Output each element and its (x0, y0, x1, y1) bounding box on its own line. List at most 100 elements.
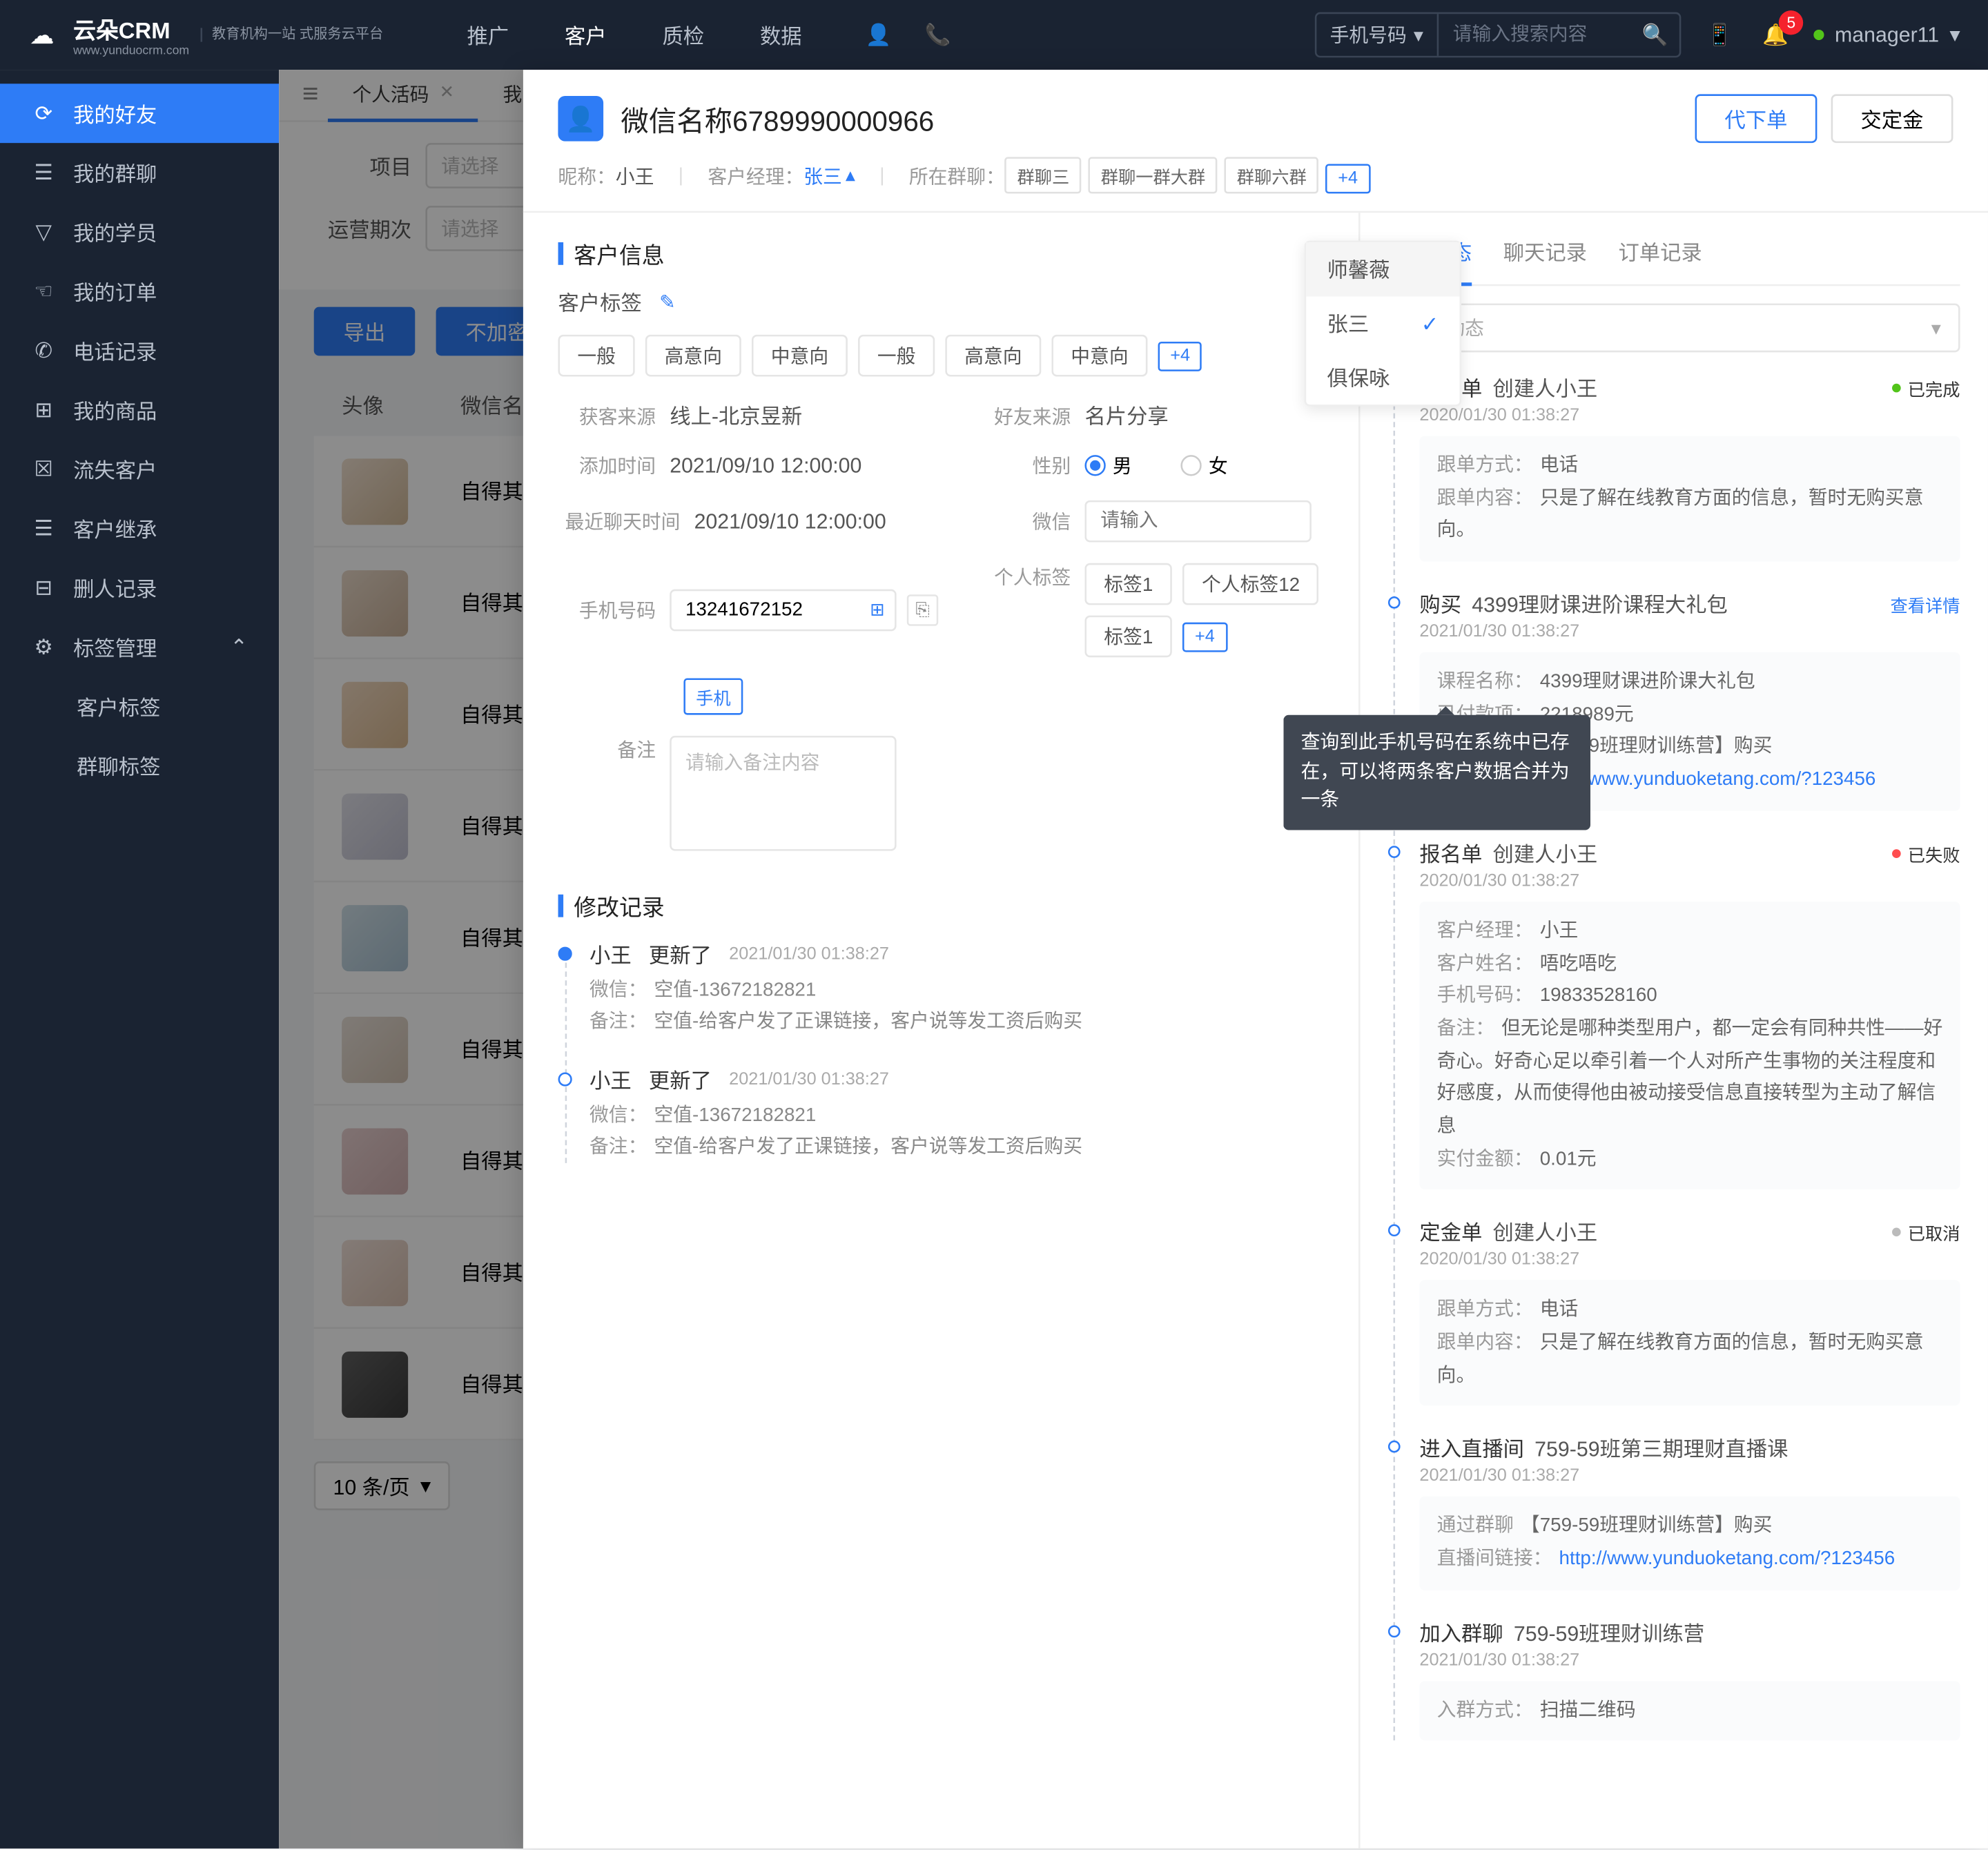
sidebar-icon: ✆ (31, 338, 55, 362)
sidebar-item[interactable]: ☰客户继承 (0, 499, 279, 558)
personal-tag[interactable]: 个人标签12 (1182, 563, 1319, 605)
groups-more[interactable]: +4 (1326, 164, 1370, 193)
status-badge: 已失败 (1892, 840, 1960, 866)
logo-subtitle: 教育机构一站 式服务云平台 (199, 28, 383, 41)
manager-menu-item[interactable]: 师馨薇 (1306, 242, 1459, 296)
customer-tag[interactable]: 中意向 (1051, 335, 1147, 377)
timeline-dot (1388, 1225, 1401, 1237)
manager-dropdown[interactable]: 张三 ▴ (803, 162, 855, 189)
customer-tag[interactable]: 高意向 (645, 335, 741, 377)
sidebar-item-label: 我的订单 (73, 276, 157, 306)
topnav-item[interactable]: 客户 (537, 0, 635, 70)
manager-menu-item[interactable]: 张三✓ (1306, 296, 1459, 350)
user-icon[interactable]: 👤 (861, 17, 897, 52)
customer-tag[interactable]: 一般 (558, 335, 634, 377)
sidebar-item[interactable]: ✆电话记录 (0, 321, 279, 380)
personal-tags-label: 个人标签 (973, 563, 1071, 591)
view-detail-link[interactable]: 查看详情 (1891, 592, 1960, 618)
sidebar-item-label: 客户继承 (73, 514, 157, 543)
edit-tags-icon[interactable]: ✎ (659, 291, 675, 314)
remark-label: 备注 (558, 736, 655, 763)
group-chip[interactable]: 群聊六群 (1225, 157, 1318, 193)
sidebar-item[interactable]: ⚙标签管理⌃ (0, 617, 279, 676)
activity-tab[interactable]: 订单记录 (1618, 237, 1702, 274)
tags-more[interactable]: +4 (1158, 341, 1202, 371)
sidebar-item-label: 我的好友 (73, 99, 157, 128)
gender-male-radio[interactable]: 男 (1084, 451, 1131, 479)
remark-textarea[interactable]: 请输入备注内容 (670, 736, 896, 851)
nick-label: 昵称： (558, 166, 615, 187)
phone-icon[interactable]: 📞 (920, 17, 955, 52)
activity-filter-select[interactable]: 全部动态▾ (1388, 304, 1960, 353)
user-menu[interactable]: manager11 ▾ (1814, 23, 1960, 47)
section-customer-info: 客户信息 (558, 237, 1323, 271)
source-value: 线上-北京昱新 (670, 401, 802, 431)
activity-card: 跟单方式：电话跟单内容：只是了解在线教育方面的信息，暂时无购买意向。 (1419, 436, 1960, 562)
manager-menu-item[interactable]: 俱保咏 (1306, 351, 1459, 405)
personal-tag[interactable]: 标签1 (1084, 563, 1172, 605)
activity-card: 入群方式：扫描二维码 (1419, 1681, 1960, 1742)
search-icon[interactable]: 🔍 (1630, 14, 1679, 56)
chevron-down-icon: ▾ (1931, 317, 1941, 340)
sidebar-item[interactable]: ⟳我的好友 (0, 84, 279, 143)
activity-time: 2020/01/30 01:38:27 (1419, 1251, 1960, 1270)
username: manager11 (1835, 23, 1939, 47)
phone-type-chip[interactable]: 手机 (683, 679, 743, 715)
customer-tag[interactable]: 中意向 (752, 335, 848, 377)
group-chip[interactable]: 群聊一群大群 (1089, 157, 1218, 193)
activity-card: 客户经理：小王客户姓名：唔吃唔吃手机号码：19833528160备注：但无论是哪… (1419, 902, 1960, 1190)
topbar: ☁ 云朵CRM www.yunduocrm.com 教育机构一站 式服务云平台 … (0, 0, 1988, 70)
addtime-value: 2021/09/10 12:00:00 (670, 454, 861, 478)
sidebar-item[interactable]: ⊞我的商品 (0, 380, 279, 440)
top-nav: 推广客户质检数据 (439, 0, 830, 70)
phone-tooltip: 查询到此手机号码在系统中已存在，可以将两条客户数据合并为一条 (1283, 715, 1590, 829)
sidebar-icon: ⊟ (31, 576, 55, 600)
topnav-item[interactable]: 推广 (439, 0, 537, 70)
sidebar-item[interactable]: ⊟删人记录 (0, 558, 279, 617)
phone-input[interactable] (670, 590, 896, 632)
copy-icon[interactable]: ⎘ (907, 594, 938, 625)
personal-tags-more[interactable]: +4 (1182, 622, 1227, 652)
nick-value: 小王 (616, 166, 654, 187)
chattime-value: 2021/09/10 12:00:00 (694, 509, 886, 534)
gender-female-radio[interactable]: 女 (1180, 451, 1227, 479)
customer-tag[interactable]: 高意向 (945, 335, 1041, 377)
sidebar-item[interactable]: 客户标签 (0, 676, 279, 736)
search-input[interactable] (1439, 24, 1631, 45)
timeline-dot (1388, 1625, 1401, 1637)
topnav-item[interactable]: 数据 (732, 0, 830, 70)
manager-label: 客户经理： (708, 166, 803, 187)
activity-tab[interactable]: 聊天记录 (1503, 237, 1587, 274)
logo: ☁ 云朵CRM www.yunduocrm.com 教育机构一站 式服务云平台 (0, 12, 405, 58)
mobile-icon[interactable]: 📱 (1702, 17, 1737, 52)
customer-tag[interactable]: 一般 (858, 335, 935, 377)
sidebar: ⟳我的好友☰我的群聊▽我的学员☜我的订单✆电话记录⊞我的商品 ☒ 流失客户 ☰客户继承… (0, 70, 279, 1849)
sidebar-item[interactable]: ☰我的群聊 (0, 143, 279, 202)
sidebar-icon: ☒ (31, 457, 55, 481)
sidebar-item-label: 我的商品 (73, 395, 157, 425)
bell-icon[interactable]: 🔔5 (1758, 17, 1793, 52)
activity-card: 跟单方式：电话跟单内容：只是了解在线教育方面的信息，暂时无购买意向。 (1419, 1281, 1960, 1406)
chattime-label: 最近聊天时间 (558, 507, 680, 535)
chevron-up-icon: ▴ (846, 164, 855, 186)
sidebar-item[interactable]: ☜我的订单 (0, 262, 279, 321)
wechat-input[interactable] (1084, 500, 1311, 543)
search-type-select[interactable]: 手机号码▾ (1316, 14, 1439, 56)
customer-drawer: 👤 微信名称6789990000966 代下单 交定金 昵称：小王 | 客户经理… (523, 70, 1988, 1849)
sidebar-item[interactable]: ☒ 流失客户 (0, 440, 279, 499)
group-chip[interactable]: 群聊三 (1005, 157, 1082, 193)
sidebar-item-label: 流失客户 (73, 454, 157, 484)
activity-time: 2021/01/30 01:38:27 (1419, 1651, 1960, 1671)
notification-badge: 5 (1779, 10, 1803, 35)
sidebar-item[interactable]: 群聊标签 (0, 736, 279, 795)
sidebar-item-label: 客户标签 (77, 692, 160, 721)
activity-item: 定金单创建人小王已取消2020/01/30 01:38:27跟单方式：电话跟单内… (1419, 1218, 1960, 1406)
topnav-item[interactable]: 质检 (634, 0, 732, 70)
place-order-button[interactable]: 代下单 (1695, 94, 1817, 143)
deposit-button[interactable]: 交定金 (1831, 94, 1953, 143)
phone-check-icon[interactable]: ⊞ (865, 598, 889, 623)
personal-tag[interactable]: 标签1 (1084, 616, 1172, 658)
link[interactable]: http://www.yunduoketang.com/?123456 (1559, 1549, 1896, 1570)
sidebar-item[interactable]: ▽我的学员 (0, 202, 279, 262)
chevron-down-icon: ▾ (1949, 23, 1960, 47)
